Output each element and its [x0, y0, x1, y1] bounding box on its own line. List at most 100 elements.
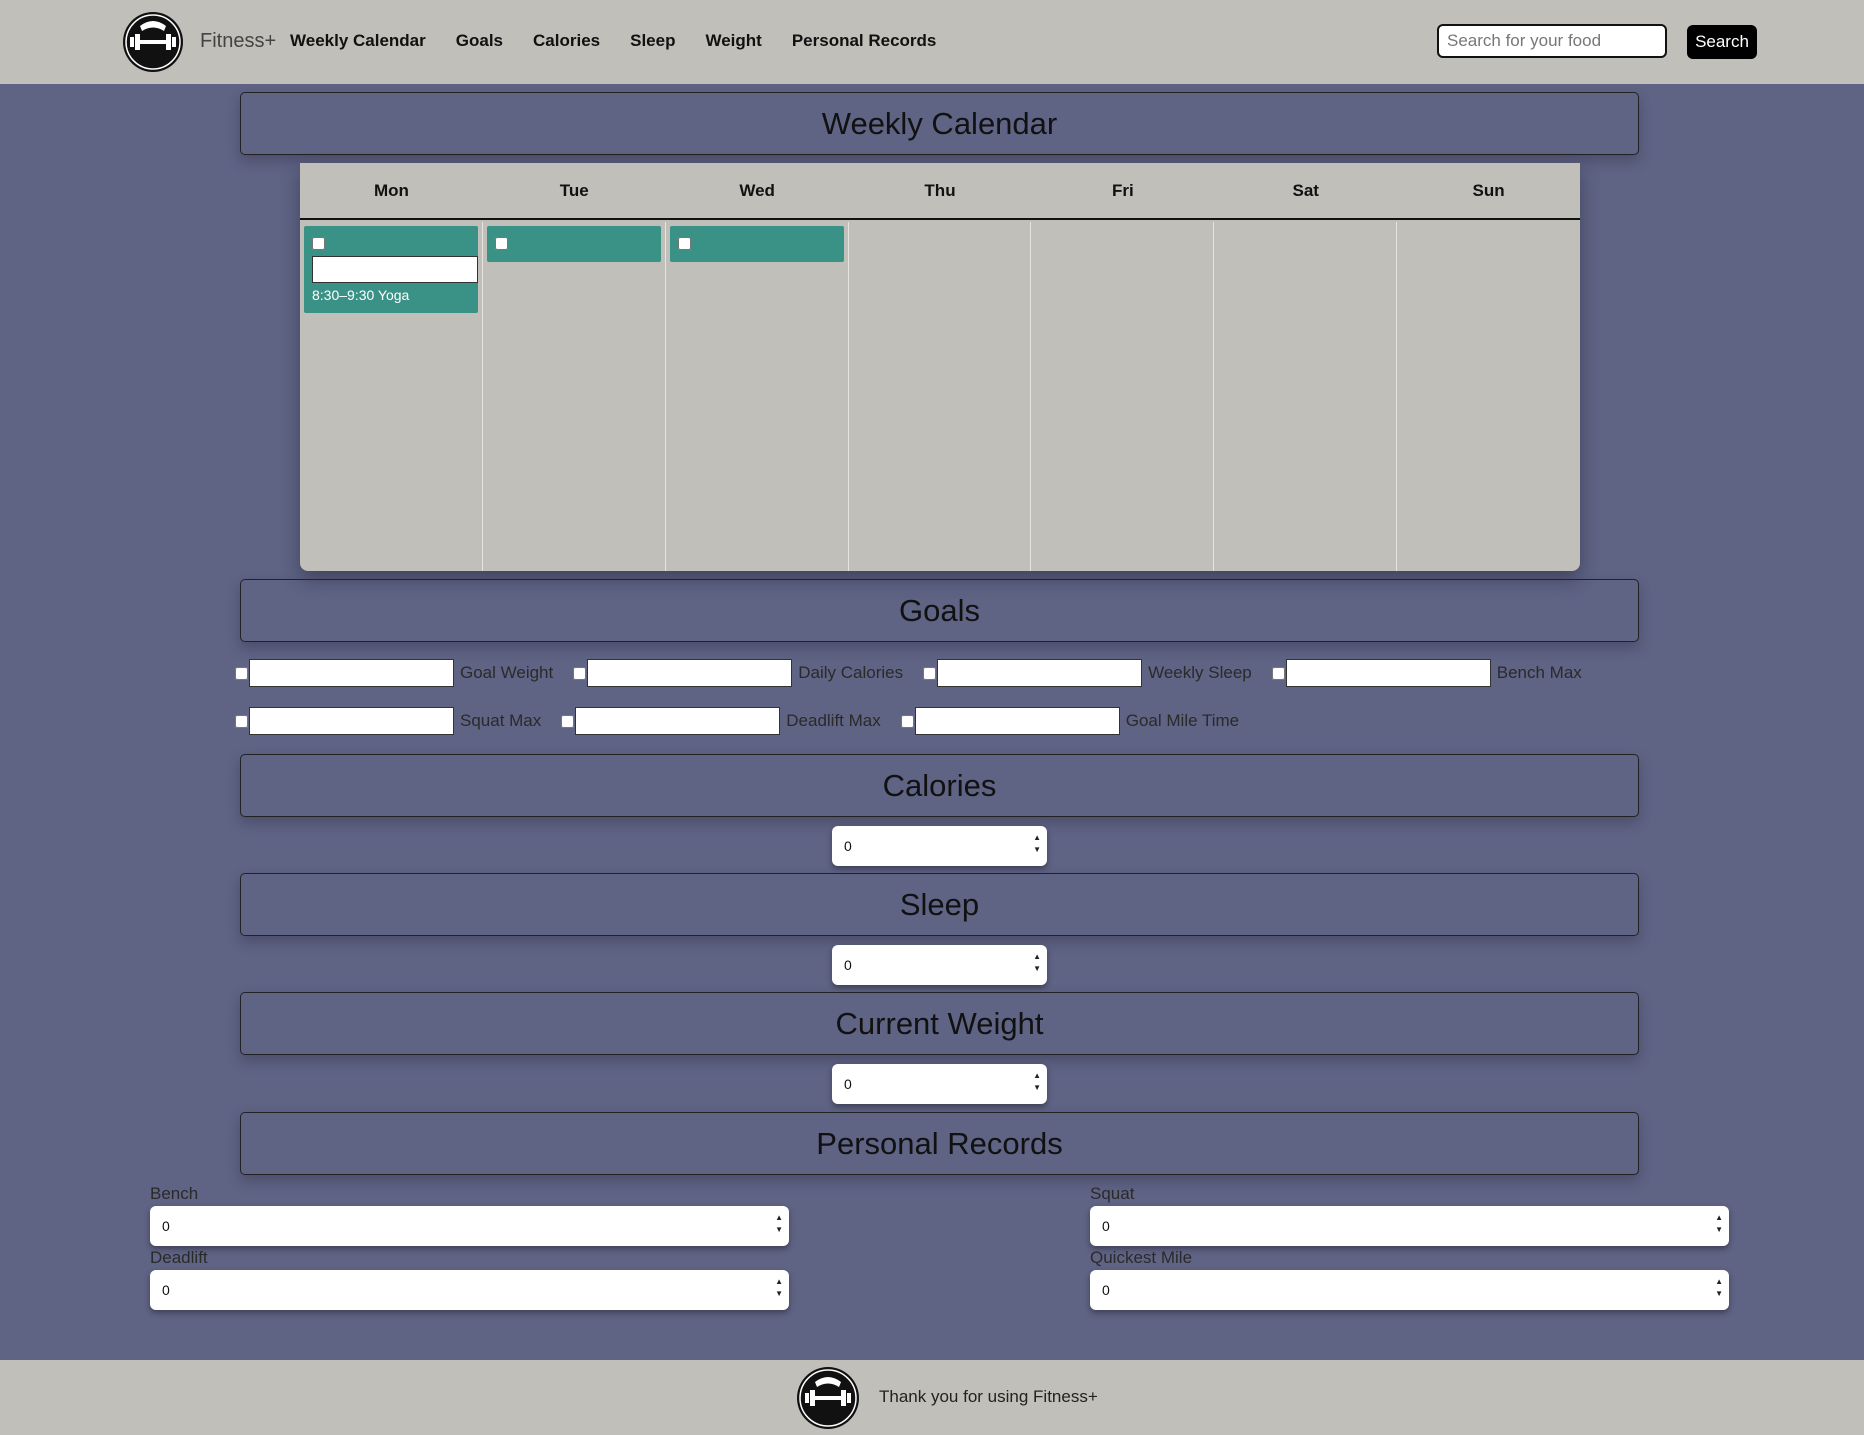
- calories-number-input[interactable]: 0 ▲ ▼: [832, 826, 1047, 866]
- goal-label: Goal Weight: [460, 663, 554, 682]
- calories-value: 0: [844, 838, 852, 854]
- day-column-thu[interactable]: [849, 222, 1032, 571]
- weekly-calendar-title: Weekly Calendar: [240, 92, 1639, 155]
- deadlift-max-input[interactable]: [575, 707, 781, 735]
- daily-calories-input[interactable]: [587, 659, 793, 687]
- day-header-thu: Thu: [924, 180, 956, 200]
- spinner-arrows-icon[interactable]: ▲ ▼: [1033, 1070, 1041, 1094]
- goal-item: Bench Max: [1271, 659, 1582, 687]
- goal-weight-input[interactable]: [249, 659, 454, 687]
- quickest-mile-value: 0: [1102, 1282, 1110, 1298]
- goal-item: Goal Mile Time: [900, 707, 1240, 735]
- goal-checkbox[interactable]: [235, 714, 248, 728]
- day-header-fri: Fri: [1112, 180, 1134, 200]
- goals-title: Goals: [240, 579, 1639, 642]
- squat-label: Squat: [1090, 1184, 1135, 1203]
- day-column-sun[interactable]: [1397, 222, 1580, 571]
- main-nav: Weekly Calendar Goals Calories Sleep Wei…: [290, 31, 966, 51]
- goal-checkbox[interactable]: [235, 666, 248, 680]
- goal-item: Squat Max: [235, 707, 541, 735]
- day-header-wed: Wed: [739, 180, 775, 200]
- goal-checkbox[interactable]: [900, 714, 914, 728]
- day-header-sat: Sat: [1292, 180, 1319, 200]
- quickest-mile-label: Quickest Mile: [1090, 1248, 1193, 1267]
- day-header-tue: Tue: [559, 180, 589, 200]
- weekly-calendar: Mon Tue Wed Thu Fri Sat Sun 8:30–9:30 Yo…: [300, 163, 1580, 571]
- quickest-mile-number-input[interactable]: 0 ▲ ▼: [1090, 1270, 1729, 1310]
- goal-item: Goal Weight: [235, 659, 553, 687]
- spinner-arrows-icon[interactable]: ▲ ▼: [1033, 832, 1041, 856]
- footer-text: Thank you for using Fitness+: [879, 1387, 1098, 1406]
- top-header: Fitness+ Weekly Calendar Goals Calories …: [0, 0, 1864, 84]
- brand-name: Fitness+: [200, 30, 277, 52]
- goal-item: Deadlift Max: [561, 707, 881, 735]
- goal-label: Goal Mile Time: [1125, 711, 1240, 730]
- spinner-arrows-icon[interactable]: ▲ ▼: [1033, 951, 1041, 975]
- goal-checkbox[interactable]: [573, 666, 587, 680]
- day-column-fri[interactable]: [1031, 222, 1215, 571]
- squat-number-input[interactable]: 0 ▲ ▼: [1090, 1206, 1729, 1246]
- goal-mile-time-input[interactable]: [914, 707, 1120, 735]
- weight-value: 0: [844, 1076, 852, 1092]
- personal-records-title: Personal Records: [240, 1112, 1639, 1175]
- calendar-event[interactable]: 8:30–9:30 Yoga: [304, 226, 478, 313]
- event-label: 8:30–9:30 Yoga: [312, 287, 410, 303]
- calories-title: Calories: [240, 754, 1639, 817]
- squat-value: 0: [1102, 1218, 1110, 1234]
- event-checkbox[interactable]: [494, 237, 508, 250]
- day-column-tue[interactable]: [483, 222, 666, 571]
- goal-label: Bench Max: [1496, 663, 1582, 682]
- goal-checkbox[interactable]: [561, 714, 575, 728]
- goal-checkbox[interactable]: [1271, 666, 1285, 680]
- kettlebell-logo-icon: [797, 1367, 859, 1429]
- calendar-event[interactable]: [486, 226, 661, 262]
- calendar-header: Mon Tue Wed Thu Fri Sat Sun: [300, 163, 1580, 220]
- bench-label: Bench: [150, 1184, 199, 1203]
- spinner-arrows-icon[interactable]: ▲ ▼: [1715, 1276, 1723, 1300]
- calendar-body: 8:30–9:30 Yoga: [300, 222, 1580, 571]
- spinner-arrows-icon[interactable]: ▲ ▼: [1715, 1212, 1723, 1236]
- weight-number-input[interactable]: 0 ▲ ▼: [832, 1064, 1047, 1104]
- squat-max-input[interactable]: [249, 707, 454, 735]
- goal-label: Daily Calories: [798, 663, 904, 682]
- kettlebell-logo-icon[interactable]: [120, 12, 186, 72]
- sleep-value: 0: [844, 957, 852, 973]
- sleep-number-input[interactable]: 0 ▲ ▼: [832, 945, 1047, 985]
- search-button[interactable]: Search: [1687, 25, 1757, 59]
- goal-item: Weekly Sleep: [923, 659, 1252, 687]
- goal-label: Squat Max: [460, 711, 542, 730]
- nav-weight[interactable]: Weight: [705, 31, 761, 51]
- nav-sleep[interactable]: Sleep: [630, 31, 675, 51]
- weekly-sleep-input[interactable]: [937, 659, 1143, 687]
- goal-item: Daily Calories: [573, 659, 903, 687]
- day-column-wed[interactable]: [666, 222, 849, 571]
- page-footer: Thank you for using Fitness+: [0, 1360, 1864, 1435]
- deadlift-value: 0: [162, 1282, 170, 1298]
- current-weight-title: Current Weight: [240, 992, 1639, 1055]
- deadlift-number-input[interactable]: 0 ▲ ▼: [150, 1270, 789, 1310]
- calendar-event[interactable]: [669, 226, 844, 262]
- spinner-arrows-icon[interactable]: ▲ ▼: [775, 1212, 783, 1236]
- goals-row-2: Squat Max Deadlift Max Goal Mile Time: [235, 707, 1239, 735]
- day-column-sat[interactable]: [1214, 222, 1398, 571]
- nav-goals[interactable]: Goals: [456, 31, 503, 51]
- day-header-sun: Sun: [1472, 180, 1505, 200]
- day-header-mon: Mon: [373, 180, 409, 200]
- goal-checkbox[interactable]: [923, 666, 937, 680]
- bench-value: 0: [162, 1218, 170, 1234]
- event-checkbox[interactable]: [312, 237, 325, 250]
- event-checkbox[interactable]: [677, 237, 691, 250]
- day-column-mon[interactable]: 8:30–9:30 Yoga: [300, 222, 483, 571]
- nav-personal-records[interactable]: Personal Records: [792, 31, 937, 51]
- nav-weekly-calendar[interactable]: Weekly Calendar: [290, 31, 426, 51]
- spinner-arrows-icon[interactable]: ▲ ▼: [775, 1276, 783, 1300]
- goal-label: Deadlift Max: [786, 711, 881, 730]
- deadlift-label: Deadlift: [150, 1248, 208, 1267]
- event-title-input[interactable]: [312, 256, 478, 283]
- goal-label: Weekly Sleep: [1148, 663, 1252, 682]
- nav-calories[interactable]: Calories: [533, 31, 600, 51]
- food-search-input[interactable]: [1437, 24, 1667, 58]
- bench-number-input[interactable]: 0 ▲ ▼: [150, 1206, 789, 1246]
- bench-max-input[interactable]: [1285, 659, 1491, 687]
- sleep-title: Sleep: [240, 873, 1639, 936]
